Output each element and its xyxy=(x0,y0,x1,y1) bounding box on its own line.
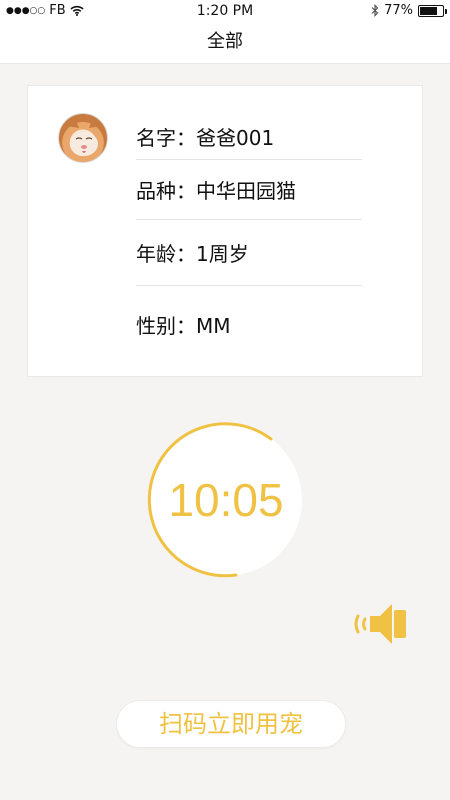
pet-breed: 品种：中华田园猫 xyxy=(136,160,362,220)
scan-to-use-button[interactable]: 扫码立即用宠 xyxy=(116,700,346,748)
cat-face-icon xyxy=(67,118,101,156)
status-right: 77% xyxy=(371,3,447,18)
battery-percent: 77% xyxy=(384,3,413,18)
battery-level-fill xyxy=(420,6,437,15)
battery-icon xyxy=(418,4,447,17)
nav-bar: 全部 xyxy=(0,22,450,64)
timer-dial: 10:05 xyxy=(146,420,306,580)
pet-info-card: 名字：爸爸001 品种：中华田园猫 年龄：1周岁 性别：MM xyxy=(27,85,423,377)
speaker-icon[interactable] xyxy=(352,600,410,648)
status-bar: ●●●○○ FB 1:20 PM 77% xyxy=(0,0,450,22)
bluetooth-icon xyxy=(371,4,379,17)
pet-age: 年龄：1周岁 xyxy=(136,220,362,286)
pet-name: 名字：爸爸001 xyxy=(136,114,362,160)
pet-gender: 性别：MM xyxy=(136,313,231,338)
pet-avatar[interactable] xyxy=(58,113,108,163)
timer-display: 10:05 xyxy=(168,474,284,526)
page-title: 全部 xyxy=(207,31,243,52)
